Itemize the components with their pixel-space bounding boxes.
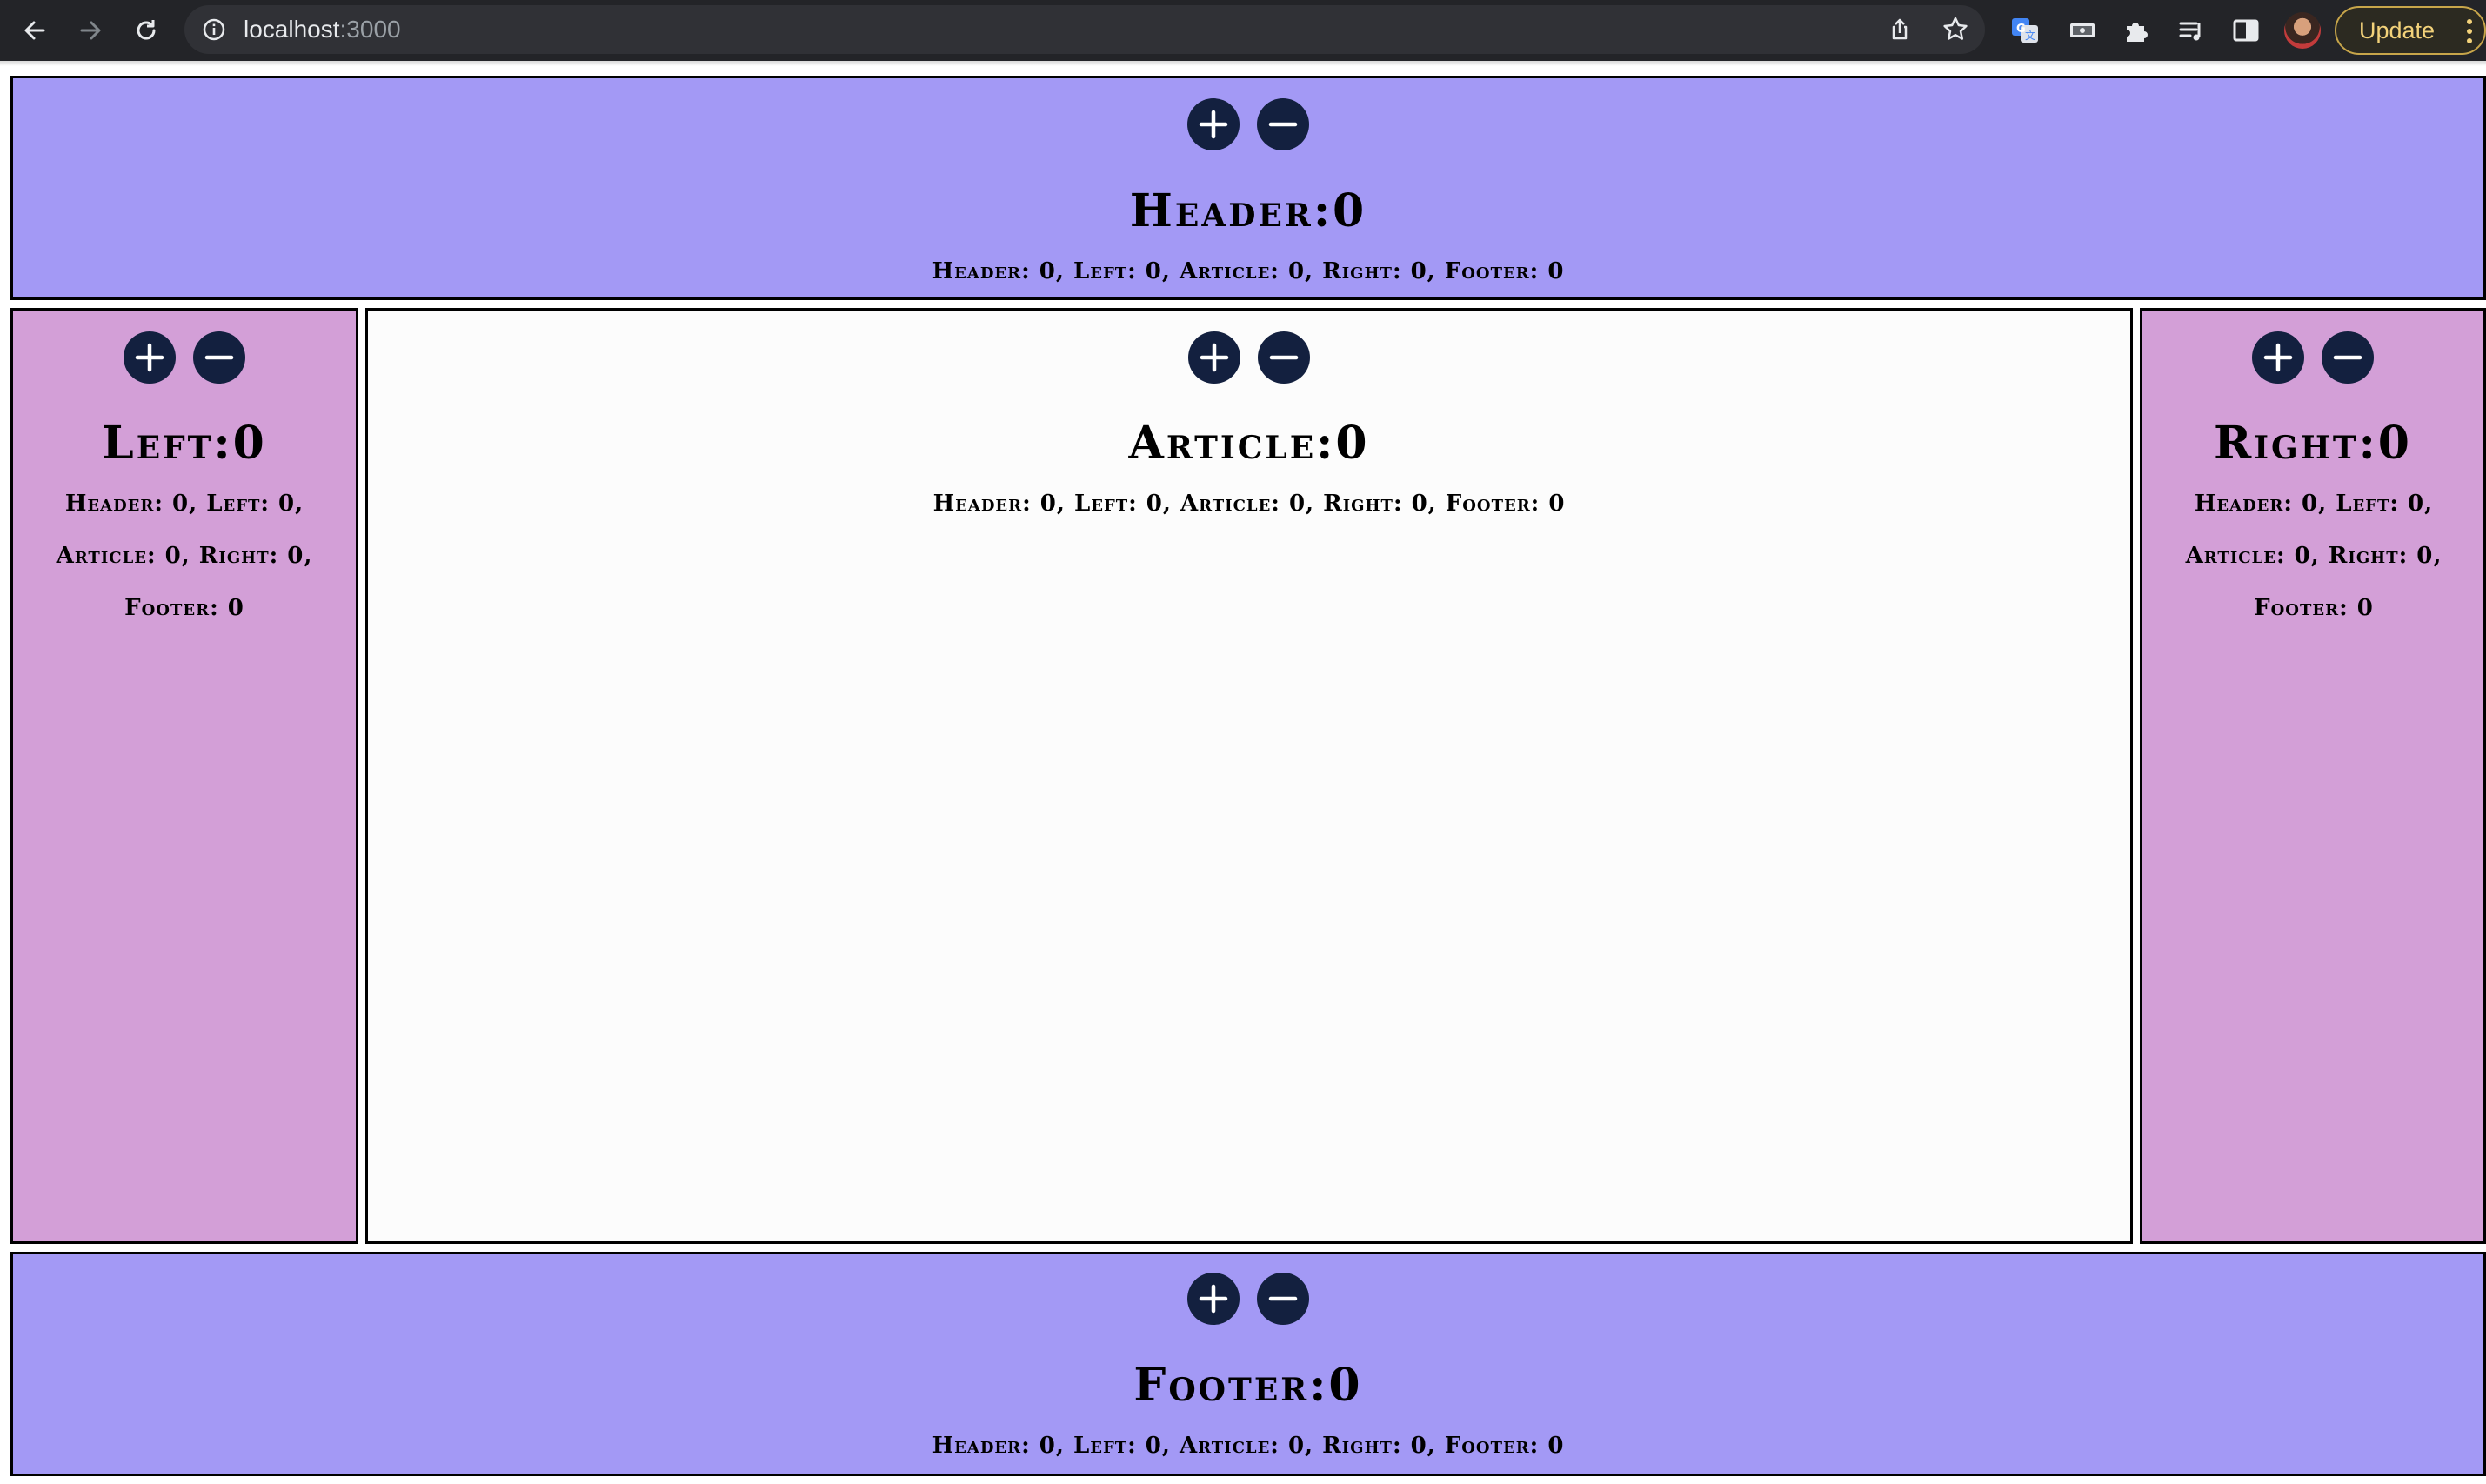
plus-icon bbox=[1200, 343, 1229, 372]
minus-icon bbox=[2333, 355, 2362, 360]
translate-extension-icon[interactable]: G文 bbox=[2008, 13, 2042, 48]
header-title: Header:0 bbox=[1129, 184, 1367, 237]
minus-icon bbox=[1268, 122, 1298, 127]
header-increment-button[interactable] bbox=[1187, 98, 1240, 150]
share-icon[interactable] bbox=[1882, 12, 1917, 47]
left-controls bbox=[13, 331, 356, 384]
address-bar[interactable]: localhost:3000 bbox=[184, 5, 1985, 54]
plus-icon bbox=[1199, 1284, 1228, 1314]
left-counts: Header: 0, Left: 0, Article: 0, Right: 0… bbox=[56, 491, 313, 621]
article-counts: Header: 0, Left: 0, Article: 0, Right: 0… bbox=[932, 491, 1566, 517]
profile-avatar[interactable] bbox=[2284, 12, 2321, 49]
plus-icon bbox=[1199, 110, 1228, 139]
bookmark-star-icon[interactable] bbox=[1938, 12, 1973, 47]
plus-icon bbox=[135, 343, 164, 372]
footer-controls bbox=[13, 1273, 2483, 1325]
footer-title: Footer:0 bbox=[1133, 1359, 1363, 1412]
article-decrement-button[interactable] bbox=[1258, 331, 1310, 384]
svg-text:文: 文 bbox=[2025, 29, 2035, 42]
right-decrement-button[interactable] bbox=[2322, 331, 2374, 384]
minus-icon bbox=[204, 355, 234, 360]
article-section: Article:0 Header: 0, Left: 0, Article: 0… bbox=[365, 308, 2133, 1244]
article-increment-button[interactable] bbox=[1188, 331, 1240, 384]
footer-section: Footer:0 Header: 0, Left: 0, Article: 0,… bbox=[10, 1252, 2486, 1476]
minus-icon bbox=[1268, 1296, 1298, 1301]
left-increment-button[interactable] bbox=[124, 331, 176, 384]
right-increment-button[interactable] bbox=[2252, 331, 2304, 384]
footer-increment-button[interactable] bbox=[1187, 1273, 1240, 1325]
url-host: localhost bbox=[244, 16, 340, 43]
update-button-label: Update bbox=[2359, 17, 2436, 43]
left-decrement-button[interactable] bbox=[193, 331, 245, 384]
right-section: Right:0 Header: 0, Left: 0, Article: 0, … bbox=[2140, 308, 2486, 1244]
url-text[interactable]: localhost:3000 bbox=[244, 17, 401, 42]
back-icon[interactable] bbox=[17, 13, 52, 48]
update-button[interactable]: Update bbox=[2335, 6, 2486, 55]
article-title: Article:0 bbox=[1128, 417, 1370, 470]
left-title: Left:0 bbox=[102, 417, 267, 470]
side-panel-icon[interactable] bbox=[2229, 13, 2263, 48]
media-extension-icon[interactable] bbox=[2065, 13, 2100, 48]
header-section: Header:0 Header: 0, Left: 0, Article: 0,… bbox=[10, 76, 2486, 300]
header-counts: Header: 0, Left: 0, Article: 0, Right: 0… bbox=[932, 258, 1565, 284]
minus-icon bbox=[1269, 355, 1299, 360]
toolbar-shadow bbox=[0, 61, 2486, 66]
site-info-icon[interactable] bbox=[197, 12, 231, 47]
more-menu-icon[interactable] bbox=[2467, 19, 2472, 43]
right-controls bbox=[2142, 331, 2483, 384]
browser-toolbar: localhost:3000 G文 Update bbox=[0, 0, 2486, 61]
plus-icon bbox=[2263, 343, 2293, 372]
reload-icon[interactable] bbox=[129, 13, 164, 48]
forward-icon[interactable] bbox=[73, 13, 108, 48]
extensions-puzzle-icon[interactable] bbox=[2119, 13, 2154, 48]
reading-list-icon[interactable] bbox=[2175, 13, 2209, 48]
left-section: Left:0 Header: 0, Left: 0, Article: 0, R… bbox=[10, 308, 358, 1244]
header-controls bbox=[13, 98, 2483, 150]
url-port: :3000 bbox=[339, 16, 401, 43]
footer-decrement-button[interactable] bbox=[1257, 1273, 1309, 1325]
footer-counts: Header: 0, Left: 0, Article: 0, Right: 0… bbox=[932, 1433, 1565, 1459]
header-decrement-button[interactable] bbox=[1257, 98, 1309, 150]
right-counts: Header: 0, Left: 0, Article: 0, Right: 0… bbox=[2185, 491, 2443, 621]
right-title: Right:0 bbox=[2214, 417, 2412, 470]
article-controls bbox=[368, 331, 2130, 384]
